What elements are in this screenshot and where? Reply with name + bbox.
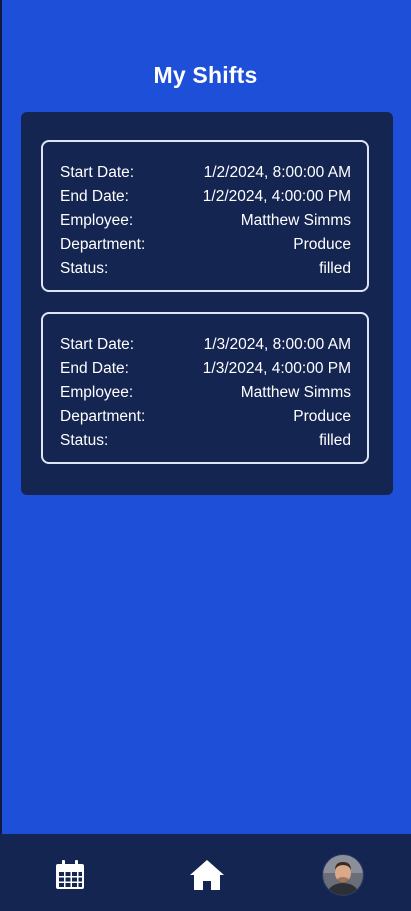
shift-start-row: Start Date: 1/3/2024, 8:00:00 AM — [43, 333, 367, 357]
shift-end-row: End Date: 1/3/2024, 4:00:00 PM — [43, 357, 367, 381]
shift-card[interactable]: Start Date: 1/3/2024, 8:00:00 AM End Dat… — [41, 312, 369, 464]
calendar-icon — [56, 860, 84, 889]
calendar-nav-button[interactable] — [50, 856, 90, 894]
department-label: Department: — [60, 408, 146, 425]
start-date-label: Start Date: — [60, 336, 135, 353]
shift-employee-row: Employee: Matthew Simms — [43, 209, 367, 233]
employee-value: Matthew Simms — [240, 212, 351, 229]
page-title: My Shifts — [153, 62, 258, 88]
end-date-label: End Date: — [60, 360, 129, 377]
shift-end-row: End Date: 1/2/2024, 4:00:00 PM — [43, 185, 367, 209]
department-value: Produce — [293, 408, 351, 425]
start-date-value: 1/3/2024, 8:00:00 AM — [203, 336, 351, 353]
bottom-nav — [0, 834, 411, 911]
employee-label: Employee: — [60, 384, 134, 401]
avatar — [322, 854, 364, 896]
status-value: filled — [319, 432, 351, 449]
start-date-value: 1/2/2024, 8:00:00 AM — [203, 164, 351, 181]
status-value: filled — [319, 260, 351, 277]
shift-start-row: Start Date: 1/2/2024, 8:00:00 AM — [43, 161, 367, 185]
employee-value: Matthew Simms — [240, 384, 351, 401]
status-label: Status: — [60, 260, 109, 277]
department-value: Produce — [293, 236, 351, 253]
shift-department-row: Department: Produce — [43, 233, 367, 257]
shifts-panel: Start Date: 1/2/2024, 8:00:00 AM End Dat… — [21, 112, 393, 495]
shift-department-row: Department: Produce — [43, 405, 367, 429]
end-date-label: End Date: — [60, 188, 129, 205]
start-date-label: Start Date: — [60, 164, 135, 181]
home-nav-button[interactable] — [186, 856, 228, 894]
shift-card[interactable]: Start Date: 1/2/2024, 8:00:00 AM End Dat… — [41, 140, 369, 292]
end-date-value: 1/2/2024, 4:00:00 PM — [202, 188, 351, 205]
shift-status-row: Status: filled — [43, 429, 367, 453]
profile-nav-button[interactable] — [322, 854, 364, 896]
home-icon — [190, 860, 224, 890]
shift-employee-row: Employee: Matthew Simms — [43, 381, 367, 405]
status-label: Status: — [60, 432, 109, 449]
department-label: Department: — [60, 236, 146, 253]
employee-label: Employee: — [60, 212, 134, 229]
shift-status-row: Status: filled — [43, 257, 367, 281]
end-date-value: 1/3/2024, 4:00:00 PM — [202, 360, 351, 377]
window-edge — [0, 0, 2, 911]
